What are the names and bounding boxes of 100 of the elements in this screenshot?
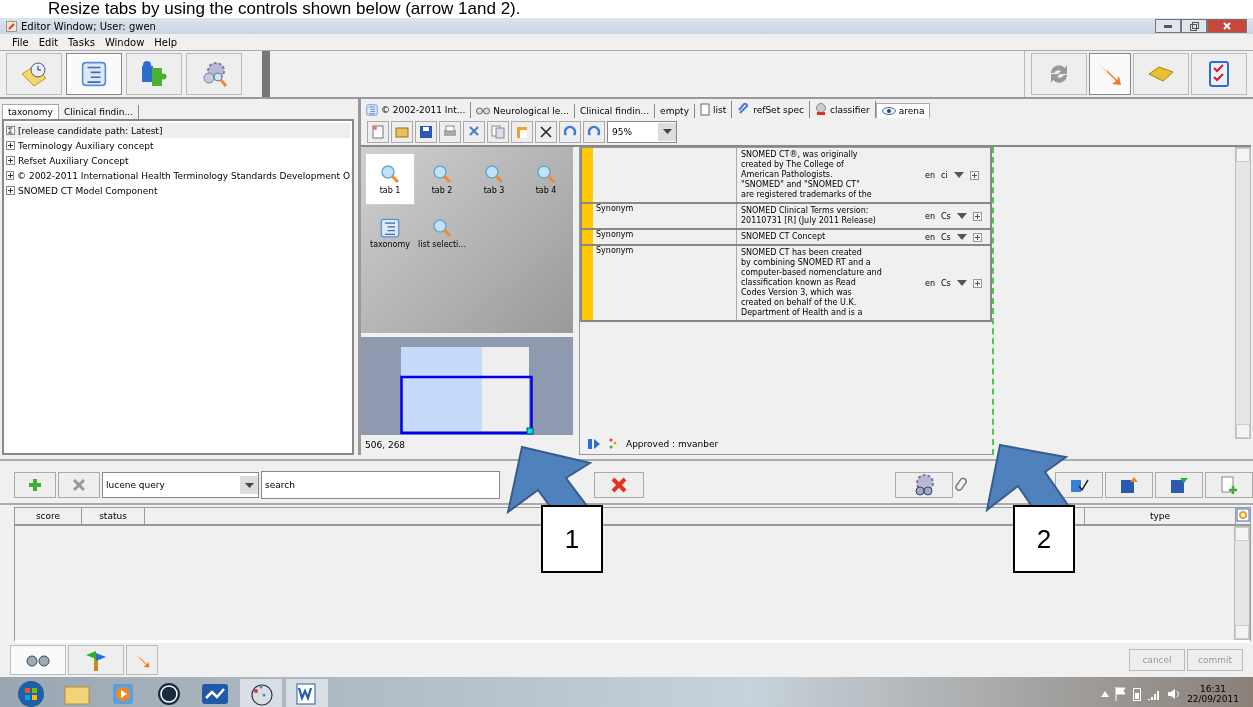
minimize-icon — [1164, 24, 1172, 28]
description-type: Synonym — [596, 230, 634, 239]
inbox-button[interactable] — [1133, 53, 1189, 95]
binocular-gear-button[interactable] — [895, 472, 953, 498]
sigma-icon — [6, 126, 15, 135]
menu-item[interactable]: Window — [104, 36, 145, 48]
view-tab[interactable]: tab 2 — [417, 153, 467, 205]
taskbar-icon[interactable] — [240, 678, 282, 707]
expand-icon[interactable] — [6, 141, 15, 150]
paste-icon — [515, 124, 529, 139]
disk-up-icon — [1120, 476, 1138, 494]
menu-item[interactable]: Edit — [38, 36, 59, 48]
query-type-dropdown[interactable]: lucene query — [102, 472, 259, 498]
taxonomy-button[interactable] — [66, 53, 122, 95]
close-icon — [1223, 22, 1231, 30]
clear-button[interactable] — [594, 472, 644, 498]
tree-item[interactable]: Refset Auxiliary Concept — [18, 155, 129, 166]
status-text: Approved : mvanber — [626, 439, 719, 449]
editor-tab[interactable]: arena — [875, 103, 931, 119]
view-tab[interactable]: list selecti... — [417, 207, 467, 259]
tree-item[interactable]: © 2002-2011 International Health Terminology Standards Development O — [17, 170, 350, 181]
save-down-button[interactable] — [1155, 472, 1203, 498]
play-icon — [112, 682, 134, 705]
disk-down-icon — [1170, 476, 1188, 494]
minimize-button[interactable] — [1155, 19, 1181, 33]
close-button[interactable] — [1207, 19, 1247, 33]
dropdown-arrow-icon[interactable] — [953, 172, 964, 178]
expand-icon[interactable] — [6, 186, 15, 195]
cut-button[interactable] — [463, 120, 485, 143]
tray-arrow-icon[interactable] — [1101, 690, 1110, 697]
search-field[interactable]: search — [261, 471, 500, 499]
menu-item[interactable]: Tasks — [68, 36, 95, 48]
description-text: SNOMED CT®, was originally created by The College of American Pathologists. "SNOMED" and "SNOMED CT" are registered trademarks of the — [736, 148, 915, 202]
dropdown-arrow-icon[interactable] — [956, 234, 967, 240]
clock-date[interactable]: 22/09/2011 — [1187, 693, 1239, 704]
description-text: SNOMED CT has been created by combining SNOMED RT and a computer-based nomenclature and classification known as Read Codes Version 3, which was created on behalf of the U.K. Department of Health and is a — [736, 246, 915, 320]
cross-icon — [611, 477, 627, 493]
signpost-button[interactable] — [68, 645, 124, 675]
column-settings-icon[interactable] — [1236, 508, 1250, 522]
maximize-button[interactable] — [1181, 19, 1207, 33]
zoom-dropdown[interactable]: 95% — [607, 120, 677, 143]
language-code: en — [925, 170, 935, 180]
expand-icon[interactable] — [6, 171, 15, 180]
speaker-icon[interactable] — [1167, 687, 1182, 700]
viewport-frame[interactable] — [400, 375, 533, 435]
add-icon[interactable] — [972, 278, 982, 288]
view-tab[interactable]: tab 3 — [469, 153, 519, 205]
scrollbar[interactable] — [1234, 526, 1250, 640]
language-code: en — [925, 232, 935, 242]
view-tab[interactable]: tab 1 — [365, 153, 415, 205]
menu-item[interactable]: Help — [154, 36, 178, 48]
add-button[interactable] — [14, 472, 56, 498]
tree-item[interactable]: Terminology Auxiliary concept — [18, 140, 154, 151]
globe-icon — [814, 103, 827, 117]
marker-bar — [582, 230, 593, 244]
flag-icon[interactable] — [1115, 686, 1128, 701]
column-header[interactable]: score — [15, 508, 82, 524]
tree-item[interactable]: SNOMED CT Model Component — [18, 185, 158, 196]
expand-icon[interactable] — [6, 156, 15, 165]
panel-tab[interactable]: taxonomy — [2, 104, 59, 119]
scrollbar[interactable] — [1235, 147, 1251, 439]
undo-button[interactable] — [559, 120, 581, 143]
binoculars-button[interactable] — [10, 645, 66, 675]
menu-item[interactable]: File — [12, 36, 29, 48]
schedule-button[interactable] — [6, 53, 62, 95]
gear-search-button[interactable] — [186, 53, 242, 95]
save-up-button[interactable] — [1105, 472, 1153, 498]
column-header[interactable]: status — [82, 508, 145, 524]
dropdown-arrow-icon[interactable] — [956, 280, 967, 286]
new-button[interactable] — [367, 120, 389, 143]
view-tab[interactable]: tab 4 — [521, 153, 571, 205]
taskbar-icon[interactable] — [286, 678, 328, 707]
battery-icon[interactable] — [1133, 686, 1142, 701]
resize-handle[interactable] — [526, 427, 534, 435]
description-text: SNOMED Clinical Terms version: 20110731 [R] (July 2011 Release) — [736, 204, 915, 228]
puzzle-check-button[interactable] — [1055, 472, 1103, 498]
save-button[interactable] — [415, 120, 437, 143]
copy-button[interactable] — [487, 120, 509, 143]
redo-button[interactable] — [583, 120, 605, 143]
remove-button[interactable] — [58, 472, 100, 498]
add-icon[interactable] — [969, 170, 979, 180]
new-note-button[interactable] — [1205, 472, 1253, 498]
view-tab[interactable]: taxonomy — [365, 207, 415, 259]
open-icon — [395, 124, 409, 139]
app-icon — [6, 20, 17, 32]
puzzle-button[interactable] — [126, 53, 182, 95]
delete-button[interactable] — [535, 120, 557, 143]
language-code: en — [925, 211, 935, 221]
checklist-button[interactable] — [1191, 53, 1247, 95]
dropdown-arrow-icon[interactable] — [956, 213, 967, 219]
glasses-icon — [476, 107, 491, 116]
add-icon[interactable] — [972, 211, 982, 221]
tree-list-icon — [366, 104, 378, 117]
lightning-button[interactable] — [1089, 53, 1131, 95]
clock-time[interactable]: 16:31 — [1200, 683, 1227, 694]
magnifier-icon — [536, 163, 556, 184]
add-icon[interactable] — [972, 232, 982, 242]
refresh-button[interactable] — [1031, 53, 1087, 95]
dots-icon — [608, 438, 618, 450]
round-logo-icon — [157, 681, 181, 706]
